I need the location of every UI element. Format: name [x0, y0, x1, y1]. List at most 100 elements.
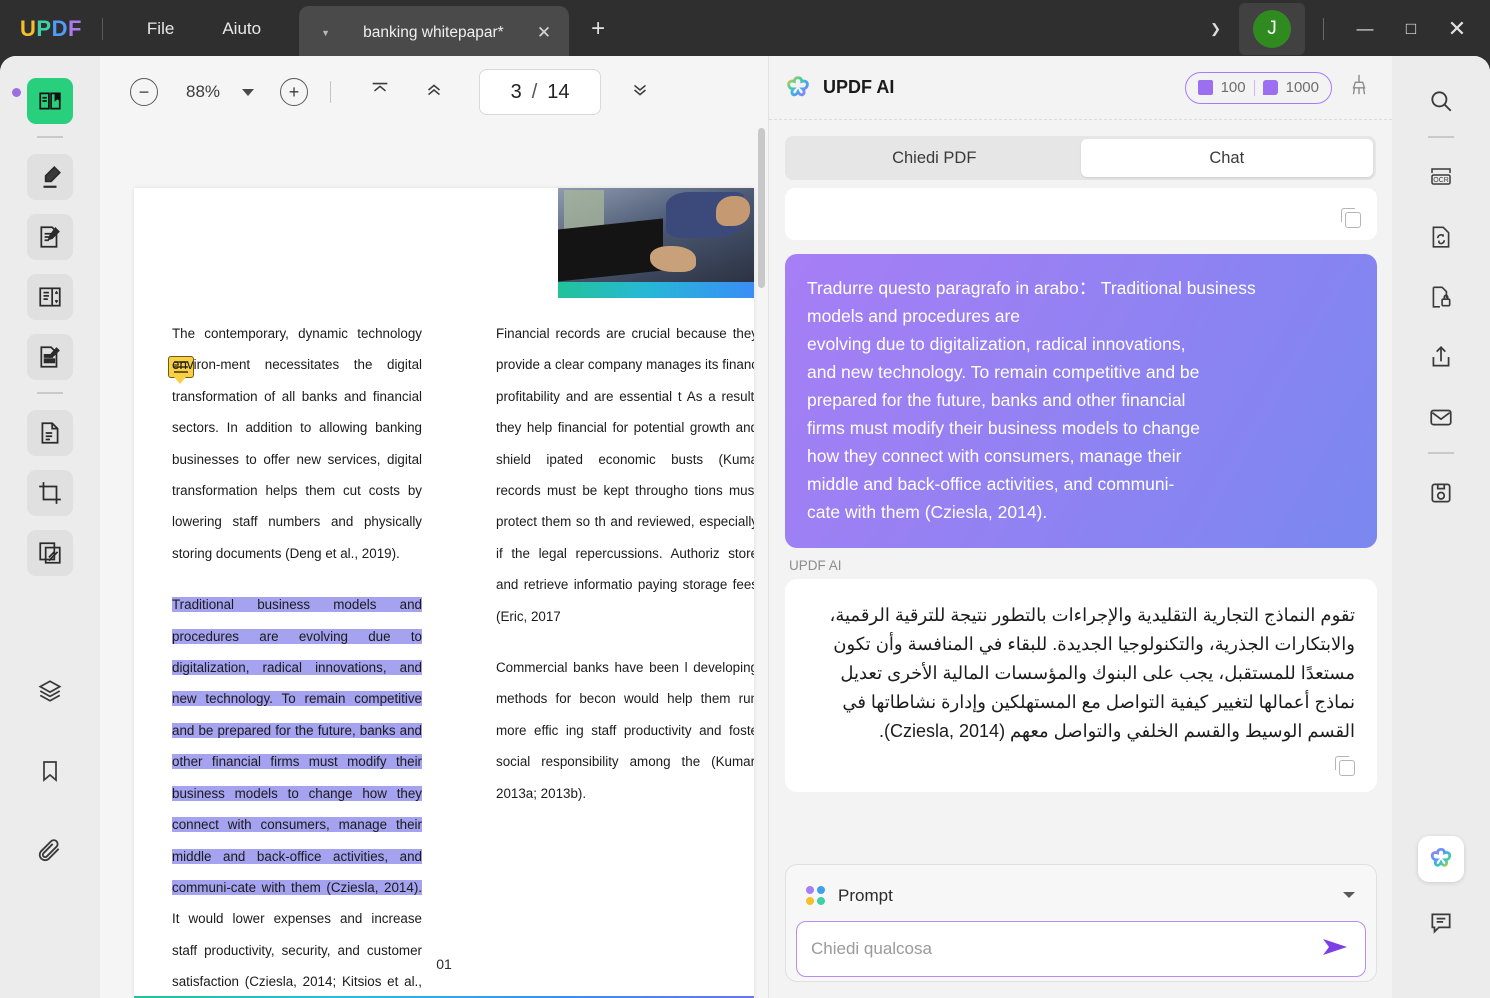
- title-bar: U P D F File Aiuto ▼ banking whitepapar*…: [0, 0, 1490, 60]
- status-dot: [12, 88, 21, 97]
- chevron-down-icon[interactable]: [242, 88, 255, 96]
- sidebar-item-highlighter[interactable]: [27, 154, 73, 200]
- broom-icon[interactable]: [1348, 73, 1370, 102]
- chat-input-row[interactable]: [796, 921, 1366, 977]
- document-credit-icon: [1197, 80, 1213, 95]
- chat-scroll-area[interactable]: Tradurre questo paragrafo in arabo： Trad…: [769, 180, 1393, 898]
- tab-chat[interactable]: Chat: [1080, 139, 1373, 177]
- assistant-label: UPDF AI: [789, 558, 842, 573]
- updf-logo: U P D F: [20, 16, 82, 42]
- next-page-icon[interactable]: [613, 79, 667, 106]
- total-pages: 14: [547, 80, 570, 103]
- menu-file[interactable]: File: [123, 13, 198, 45]
- pdf-page-area[interactable]: The contemporary, dynamic technology env…: [100, 128, 768, 998]
- sidebar-item-crop[interactable]: [27, 470, 73, 516]
- page-number-input[interactable]: 3 / 14: [479, 69, 602, 115]
- sidebar-item-annotate[interactable]: [27, 214, 73, 260]
- app-body: − 88% + 3 / 14 The contemporary, dynamic…: [0, 56, 1490, 998]
- document-hero-image: [558, 188, 754, 282]
- user-message-bubble: Tradurre questo paragrafo in arabo： Trad…: [785, 254, 1377, 548]
- tool-updf-ai[interactable]: [1418, 836, 1464, 882]
- copy-icon[interactable]: [1335, 756, 1355, 776]
- pdf-page: The contemporary, dynamic technology env…: [134, 188, 754, 998]
- tool-share[interactable]: [1418, 334, 1464, 380]
- logo-letter-d: D: [51, 16, 68, 41]
- paragraph-highlighted: Traditional business models and procedur…: [172, 589, 422, 998]
- sidebar-item-layers[interactable]: [27, 668, 73, 714]
- sidebar-item-attachments[interactable]: [27, 828, 73, 874]
- chat-credit-value: 1000: [1285, 79, 1319, 96]
- pdf-scrollbar[interactable]: [758, 128, 765, 288]
- text-highlight: Traditional business models and procedur…: [172, 597, 422, 895]
- paragraph-tail: It would lower expenses and increase sta…: [172, 911, 422, 990]
- assistant-message-text: تقوم النماذج التجارية التقليدية والإجراء…: [829, 605, 1355, 741]
- credit-divider: [1253, 79, 1255, 96]
- ai-panel-header: UPDF AI 100 1000: [769, 56, 1392, 120]
- prompt-label: Prompt: [838, 886, 893, 905]
- sidebar-divider-1: [37, 136, 63, 138]
- prompt-selector[interactable]: Prompt: [796, 875, 1366, 917]
- copy-icon[interactable]: [1341, 208, 1361, 228]
- pdf-toolbar: − 88% + 3 / 14: [100, 56, 768, 128]
- zoom-out-button[interactable]: −: [130, 78, 158, 106]
- first-page-icon[interactable]: [353, 79, 407, 106]
- chevron-down-icon[interactable]: ▼: [321, 28, 330, 38]
- document-tab[interactable]: ▼ banking whitepapar* ✕: [299, 6, 570, 60]
- previous-page-icon[interactable]: [407, 79, 461, 106]
- pdf-viewer: − 88% + 3 / 14 The contemporary, dynamic…: [100, 56, 768, 998]
- avatar: J: [1253, 10, 1291, 48]
- close-button[interactable]: ✕: [1434, 0, 1480, 58]
- document-tab-title: banking whitepapar*: [363, 24, 504, 41]
- paragraph: Commercial banks have been l developing …: [496, 660, 754, 801]
- logo-letter-f: F: [67, 16, 82, 41]
- tool-comments[interactable]: [1418, 900, 1464, 946]
- sidebar-item-reader[interactable]: [27, 78, 73, 124]
- sidebar-item-bookmarks[interactable]: [27, 748, 73, 794]
- rightrail-divider-2: [1428, 452, 1454, 454]
- titlebar-divider: [101, 18, 103, 40]
- chevron-down-icon[interactable]: [1342, 887, 1356, 905]
- ai-tab-bar: Chiedi PDF Chat: [785, 136, 1376, 180]
- logo-letter-p: P: [36, 16, 52, 41]
- tab-chiedi-pdf[interactable]: Chiedi PDF: [788, 139, 1081, 177]
- tool-search[interactable]: [1418, 78, 1464, 124]
- credits-badge[interactable]: 100 1000: [1184, 71, 1332, 104]
- zoom-level[interactable]: 88%: [186, 82, 220, 102]
- logo-letter-u: U: [20, 16, 37, 41]
- avatar-button[interactable]: J: [1239, 3, 1305, 55]
- sidebar-item-compare[interactable]: [27, 530, 73, 576]
- hero-gradient-bar: [558, 282, 754, 298]
- rightrail-divider-1: [1428, 136, 1454, 138]
- doc-credit-value: 100: [1220, 79, 1246, 96]
- paragraph: The contemporary, dynamic technology env…: [172, 326, 422, 561]
- sidebar-item-edit-pdf[interactable]: [27, 334, 73, 380]
- maximize-button[interactable]: □: [1388, 0, 1434, 58]
- plus-icon[interactable]: +: [591, 15, 605, 43]
- page-separator: /: [531, 80, 538, 103]
- titlebar-divider-2: [1323, 18, 1324, 40]
- document-column-right[interactable]: Financial records are crucial because th…: [496, 318, 754, 829]
- sidebar-item-pages[interactable]: [27, 410, 73, 456]
- four-dots-icon: [806, 886, 826, 906]
- close-icon[interactable]: ✕: [537, 23, 551, 43]
- paragraph: Financial records are crucial because th…: [496, 326, 754, 624]
- zoom-in-button[interactable]: +: [280, 78, 309, 106]
- chevron-down-icon[interactable]: ❯: [1192, 21, 1239, 37]
- toolbar-divider: [330, 81, 332, 103]
- updf-ai-icon: [783, 73, 813, 103]
- minimize-button[interactable]: —: [1342, 0, 1388, 58]
- send-arrow-icon[interactable]: [1321, 936, 1351, 963]
- chat-credit-icon: [1262, 80, 1278, 95]
- left-sidebar: [0, 56, 100, 998]
- tool-email[interactable]: [1418, 394, 1464, 440]
- updf-ai-panel: UPDF AI 100 1000 Chiedi PDF Chat Tradurr…: [768, 56, 1392, 998]
- tool-ocr[interactable]: OCR: [1418, 154, 1464, 200]
- tool-save[interactable]: [1418, 470, 1464, 516]
- chat-input[interactable]: [811, 939, 1321, 959]
- ai-panel-title: UPDF AI: [823, 77, 895, 97]
- document-column-left[interactable]: The contemporary, dynamic technology env…: [172, 318, 422, 998]
- sidebar-item-form[interactable]: [27, 274, 73, 320]
- tool-convert[interactable]: [1418, 214, 1464, 260]
- menu-aiuto[interactable]: Aiuto: [198, 13, 285, 45]
- tool-protect[interactable]: [1418, 274, 1464, 320]
